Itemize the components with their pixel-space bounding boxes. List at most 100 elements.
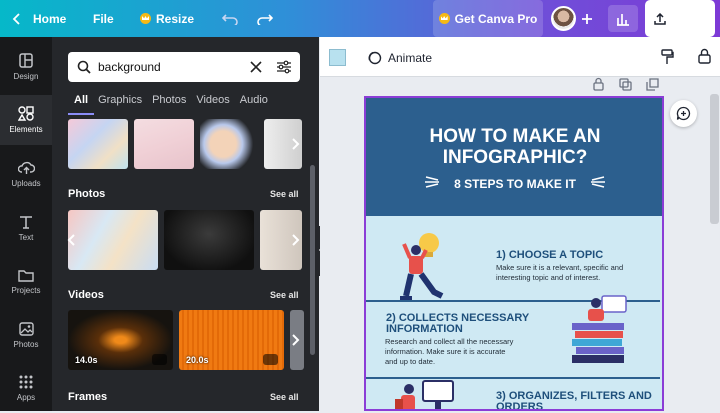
design-page[interactable]: HOW TO MAKE AN INFOGRAPHIC? 8 STEPS TO M… xyxy=(364,96,664,411)
graphic-thumbnail[interactable] xyxy=(200,119,258,169)
frames-section-title: Frames xyxy=(68,391,108,403)
close-icon[interactable] xyxy=(250,61,262,73)
step1-title: 1) CHOOSE A TOPIC xyxy=(496,249,604,261)
person-lightbulb-illustration xyxy=(400,233,444,300)
redo-button[interactable] xyxy=(257,0,273,37)
add-collaborator-button[interactable] xyxy=(581,0,593,37)
rail-label: Photos xyxy=(13,339,39,349)
crown-icon xyxy=(438,13,450,24)
home-button[interactable]: Home xyxy=(12,0,66,37)
top-toolbar: Home File Resize Get Canva Pro Share xyxy=(0,0,720,37)
share-button[interactable]: Share xyxy=(645,0,715,37)
tab-photos[interactable]: Photos xyxy=(152,94,186,106)
paint-format-icon[interactable] xyxy=(660,49,674,65)
lock-page-icon[interactable] xyxy=(593,77,604,91)
lock-icon[interactable] xyxy=(698,48,711,64)
rail-label: Elements xyxy=(9,125,43,134)
search-box[interactable]: background xyxy=(68,52,300,82)
rail-uploads[interactable]: Uploads xyxy=(0,149,52,199)
graphic-thumbnail[interactable] xyxy=(134,119,194,169)
redo-icon xyxy=(257,13,273,25)
chevron-left-icon xyxy=(12,12,20,25)
photo-thumbnail[interactable] xyxy=(68,210,158,270)
crown-icon xyxy=(140,13,151,24)
prev-arrow[interactable] xyxy=(64,227,78,253)
videos-see-all[interactable]: See all xyxy=(270,290,299,300)
rail-photos[interactable]: Photos xyxy=(0,310,52,360)
comment-plus-icon xyxy=(676,106,691,121)
next-arrow[interactable] xyxy=(289,227,303,253)
step2-text-line2: information. Make sure it is accurate xyxy=(385,347,506,356)
home-label: Home xyxy=(33,11,67,26)
layout-icon xyxy=(19,53,33,68)
rail-label: Design xyxy=(13,72,39,81)
step2-text-line1: Research and collect all the necessary xyxy=(385,337,514,346)
infographic-title-line1: HOW TO MAKE AN xyxy=(429,126,601,147)
add-page-icon[interactable] xyxy=(646,78,659,91)
chevron-left-icon xyxy=(67,234,75,246)
tab-graphics[interactable]: Graphics xyxy=(98,94,142,106)
canvas-scrollbar[interactable] xyxy=(710,94,719,224)
next-arrow[interactable] xyxy=(289,327,303,353)
graphic-thumbnail[interactable] xyxy=(68,119,128,169)
videos-section-title: Videos xyxy=(68,289,104,301)
sparkle-right-icon xyxy=(591,176,605,188)
bar-chart-icon xyxy=(617,13,629,26)
upload-cloud-icon xyxy=(17,161,35,174)
rail-design[interactable]: Design xyxy=(0,42,52,92)
file-menu[interactable]: File xyxy=(93,0,114,37)
rail-text[interactable]: Text xyxy=(0,203,52,253)
resize-button[interactable]: Resize xyxy=(140,0,194,37)
share-label: Share xyxy=(672,11,706,26)
rail-apps[interactable]: Apps xyxy=(0,363,52,413)
photos-section-title: Photos xyxy=(68,188,106,200)
video-thumbnail[interactable]: 14.0s xyxy=(68,310,173,370)
insights-button[interactable] xyxy=(608,5,638,32)
color-swatch[interactable] xyxy=(329,49,346,66)
frames-see-all[interactable]: See all xyxy=(270,392,299,402)
tab-videos[interactable]: Videos xyxy=(196,94,229,106)
get-pro-label: Get Canva Pro xyxy=(454,11,538,26)
next-arrow[interactable] xyxy=(289,131,303,157)
photo-thumbnail[interactable] xyxy=(164,210,254,270)
search-input[interactable]: background xyxy=(98,60,161,74)
rail-projects[interactable]: Projects xyxy=(0,257,52,307)
rail-label: Uploads xyxy=(11,178,41,188)
duplicate-page-icon[interactable] xyxy=(619,78,632,91)
books-reading-illustration xyxy=(572,295,627,363)
active-tab-underline xyxy=(68,113,94,115)
apps-grid-icon xyxy=(19,375,33,388)
elements-panel: background All Graphics Photos Videos Au… xyxy=(52,37,319,411)
tab-audio[interactable]: Audio xyxy=(240,94,268,106)
search-icon xyxy=(77,60,91,74)
video-duration: 14.0s xyxy=(75,355,98,365)
image-icon xyxy=(18,321,34,336)
context-toolbar: Animate xyxy=(320,37,720,77)
avatar[interactable] xyxy=(551,5,576,32)
filter-icon[interactable] xyxy=(276,60,292,74)
step3-title-line2: ORDERS xyxy=(496,401,544,411)
step1-text-line1: Make sure it is a relevant, specific and xyxy=(496,263,624,272)
rail-label: Projects xyxy=(11,286,41,295)
video-duration: 20.0s xyxy=(186,355,209,365)
animate-button[interactable]: Animate xyxy=(367,50,432,65)
person-computer-illustration xyxy=(395,380,454,409)
chevron-right-icon xyxy=(292,334,300,346)
shapes-icon xyxy=(18,106,34,121)
comment-button[interactable] xyxy=(670,100,697,127)
video-thumbnail[interactable]: 20.0s xyxy=(179,310,284,370)
resize-label: Resize xyxy=(156,11,195,26)
tab-all[interactable]: All xyxy=(74,94,88,106)
rail-elements[interactable]: Elements xyxy=(0,95,52,145)
upload-arrow-icon xyxy=(654,12,667,25)
crown-icon xyxy=(152,354,167,365)
undo-icon xyxy=(222,13,238,25)
text-t-icon xyxy=(20,215,32,229)
panel-scrollbar[interactable] xyxy=(310,165,315,355)
get-pro-button[interactable]: Get Canva Pro xyxy=(433,0,543,37)
photos-see-all[interactable]: See all xyxy=(270,189,299,199)
chevron-right-icon xyxy=(292,234,300,246)
side-rail: Design Elements Uploads Text Projects Ph… xyxy=(0,37,52,411)
undo-button[interactable] xyxy=(222,0,238,37)
filter-tabs: All Graphics Photos Videos Audio xyxy=(74,94,278,106)
